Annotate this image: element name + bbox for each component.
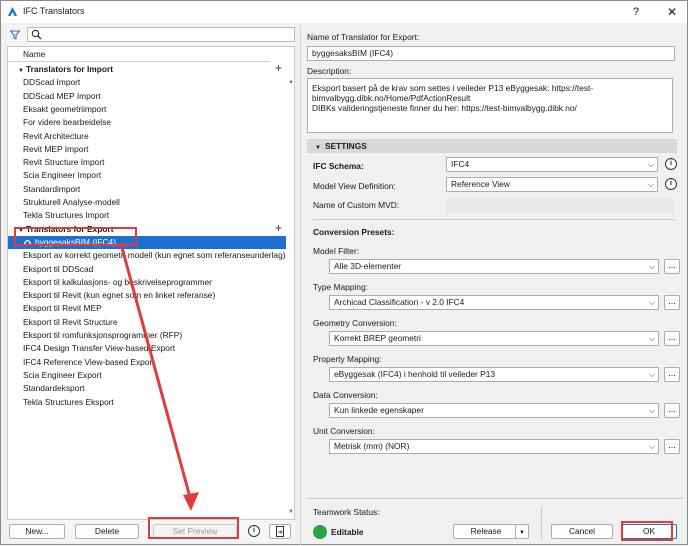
annotation-arrow — [119, 243, 199, 511]
ifc-translators-dialog: IFC Translators ? ✕ Name ▼ Translators fo… — [0, 0, 688, 545]
